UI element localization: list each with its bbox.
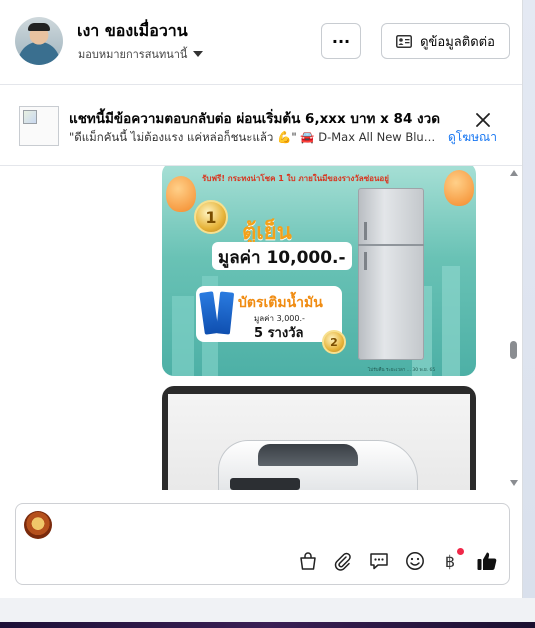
like-button[interactable] — [476, 550, 498, 572]
paperclip-icon — [334, 552, 351, 571]
close-icon[interactable] — [476, 113, 490, 127]
scroll-down-arrow[interactable] — [510, 480, 518, 486]
pickup-truck-grille — [230, 478, 300, 490]
ad-title: แชทนี้มีข้อความตอบกลับต่อ ผ่อนเริ่มต้น 6… — [69, 111, 440, 127]
promo-footnote: ไม่รับคืน ระยะเวลา ... 30 พ.ย. 65 — [368, 368, 436, 373]
message-scrollbar[interactable] — [508, 168, 520, 490]
notification-dot — [457, 548, 464, 555]
baht-icon: ฿ — [444, 551, 456, 571]
ad-context-banner: แชทนี้มีข้อความตอบกลับต่อ ผ่อนเริ่มต้น 6… — [0, 85, 522, 166]
medal-number: 2 — [330, 335, 338, 349]
scroll-thumb[interactable] — [510, 341, 517, 359]
shopping-bag-icon — [300, 552, 316, 570]
avatar[interactable] — [15, 17, 63, 65]
medal-number: 1 — [205, 207, 217, 227]
lantern-decoration — [166, 176, 196, 212]
promo-top-text: รับฟรี! กระทงน่าโชค 1 ใบ ภายในมีของรางวั… — [202, 174, 389, 183]
first-prize-medal: 1 — [194, 200, 228, 234]
shop-button[interactable] — [297, 550, 319, 572]
ad-description: "ดีแม็กคันนี้ ไม่ต้องแรง แค่หล่อก็ชนะแล้… — [69, 130, 442, 144]
promo-image-message[interactable]: รับฟรี! กระทงน่าโชค 1 ใบ ภายในมีของรางวั… — [162, 166, 476, 376]
view-ad-link[interactable]: ดูโฆษณา — [448, 128, 497, 147]
more-options-button[interactable]: ··· — [321, 23, 361, 59]
contact-card-icon — [396, 34, 413, 48]
message-composer: ฿ — [15, 503, 510, 585]
chat-header: เงา ของเมื่อวาน มอบหมายการสนทนานี้ ··· ด… — [0, 0, 522, 85]
assign-conversation-label: มอบหมายการสนทนานี้ — [78, 48, 188, 61]
page-avatar — [24, 511, 52, 539]
lantern-decoration — [444, 170, 474, 206]
refrigerator-image — [358, 188, 424, 360]
saved-replies-button[interactable] — [368, 550, 390, 572]
view-contact-button[interactable]: ดูข้อมูลติดต่อ — [381, 23, 510, 59]
emoji-icon — [406, 552, 424, 570]
chat-bubble-icon — [370, 553, 388, 570]
view-contact-label: ดูข้อมูลติดต่อ — [420, 34, 495, 50]
message-list[interactable]: รับฟรี! กระทงน่าโชค 1 ใบ ภายในมีของรางวั… — [0, 166, 522, 490]
fuel-prize-title: บัตรเติมน้ำมัน — [238, 295, 323, 311]
pickup-truck-window — [258, 444, 358, 466]
fridge-prize-value: มูลค่า 10,000.- — [218, 248, 346, 268]
emoji-button[interactable] — [404, 550, 426, 572]
chevron-down-icon — [193, 51, 204, 57]
ad-thumbnail — [19, 106, 59, 146]
attach-button[interactable] — [332, 550, 354, 572]
car-photo — [168, 394, 470, 490]
thumbs-up-icon — [477, 552, 497, 570]
taskbar-edge — [0, 622, 535, 628]
ellipsis-icon: ··· — [331, 31, 351, 51]
scroll-up-arrow[interactable] — [510, 170, 518, 176]
contact-name[interactable]: เงา ของเมื่อวาน — [77, 19, 188, 44]
assign-conversation[interactable]: มอบหมายการสนทนานี้ — [78, 45, 204, 63]
second-prize-medal: 2 — [322, 330, 346, 354]
fuel-prize-count: 5 รางวัล — [254, 326, 304, 341]
car-image-message[interactable] — [162, 386, 476, 490]
window-bottom-bar — [0, 598, 535, 628]
chat-panel: เงา ของเมื่อวาน มอบหมายการสนทนานี้ ··· ด… — [0, 0, 523, 598]
message-input[interactable] — [60, 514, 494, 538]
right-panel-edge — [523, 0, 535, 598]
